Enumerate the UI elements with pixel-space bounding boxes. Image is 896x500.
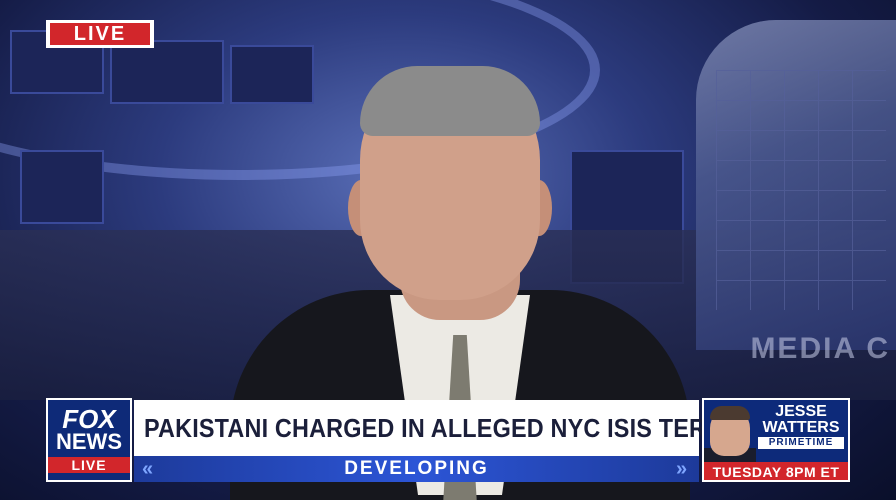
background-monitor [20, 150, 104, 224]
background-sign: MEDIA C [750, 332, 890, 365]
live-badge-label: LIVE [50, 23, 150, 45]
network-logo: FOX NEWS LIVE [46, 398, 132, 482]
developing-bar: DEVELOPING [134, 456, 699, 482]
chevron-right-icon: » [676, 458, 688, 480]
promo-host-hair [710, 406, 750, 420]
promo-schedule: TUESDAY 8PM ET [704, 462, 848, 480]
video-frame: MEDIA C LIVE FOX NEWS LIVE PAKISTANI CHA… [0, 0, 896, 500]
promo-subtitle: PRIMETIME [758, 437, 844, 449]
logo-line2: NEWS [56, 429, 122, 454]
logo-line1: FOX [62, 404, 116, 434]
show-promo: JESSE WATTERS PRIMETIME TUESDAY 8PM ET [702, 398, 850, 482]
guest-hair [360, 66, 540, 136]
logo-live-label: LIVE [48, 457, 130, 473]
chevron-left-icon: « [142, 458, 154, 480]
video-wall-grid [716, 70, 886, 310]
developing-label: DEVELOPING [344, 458, 489, 479]
headline-bar: PAKISTANI CHARGED IN ALLEGED NYC ISIS TE… [134, 400, 828, 456]
live-badge: LIVE [46, 20, 154, 48]
promo-title-line2: WATTERS [762, 419, 840, 436]
promo-title-line1: JESSE [775, 403, 827, 420]
